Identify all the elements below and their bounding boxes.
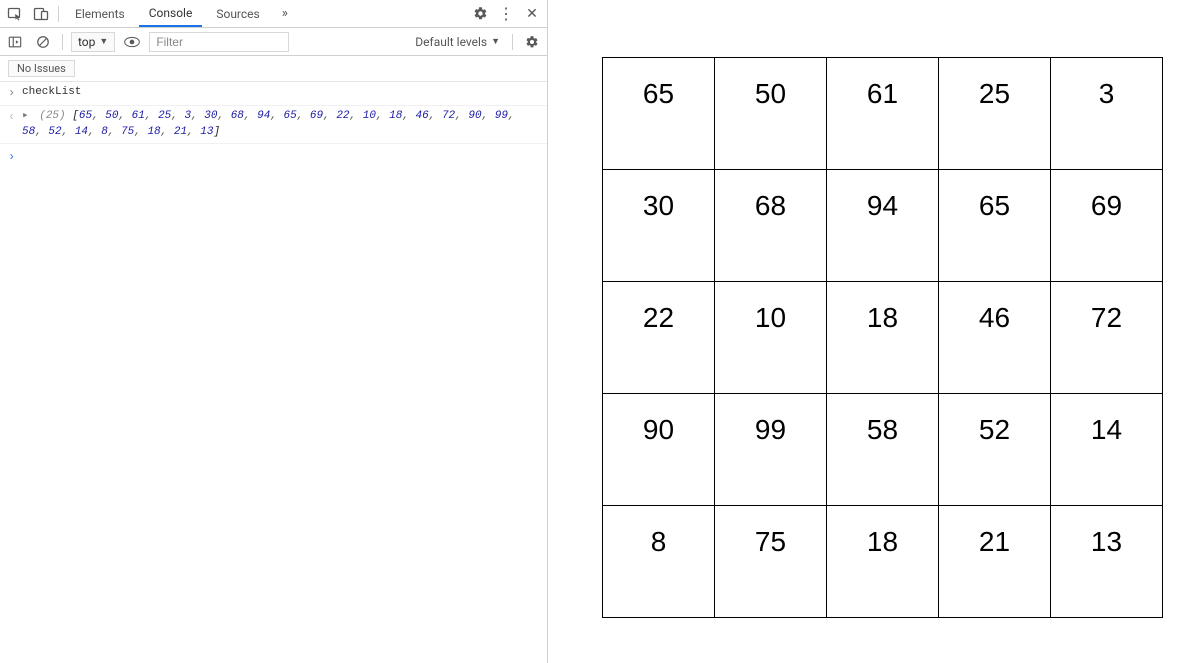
live-expression-icon[interactable] — [121, 31, 143, 53]
output-caret-icon — [8, 108, 22, 127]
inspect-icon[interactable] — [4, 3, 26, 25]
grid-cell: 69 — [1050, 169, 1163, 282]
grid-cell: 21 — [938, 505, 1051, 618]
grid-cell: 65 — [602, 57, 715, 170]
grid-cell: 13 — [1050, 505, 1163, 618]
devtools-panel: Elements Console Sources » ⋮ ✕ — [0, 0, 548, 663]
grid-cell: 30 — [602, 169, 715, 282]
grid-cell: 25 — [938, 57, 1051, 170]
console-filterbar: top ▼ Default levels ▼ — [0, 28, 547, 56]
devtools-tabstrip: Elements Console Sources » ⋮ ✕ — [0, 0, 547, 28]
issues-chip[interactable]: No Issues — [8, 60, 75, 77]
grid-cell: 75 — [714, 505, 827, 618]
grid-cell: 52 — [938, 393, 1051, 506]
grid-cell: 58 — [826, 393, 939, 506]
grid-cell: 94 — [826, 169, 939, 282]
tab-console[interactable]: Console — [139, 0, 203, 27]
more-tabs-icon[interactable]: » — [274, 3, 296, 25]
separator — [62, 34, 63, 50]
grid-cell: 46 — [938, 281, 1051, 394]
grid-cell: 8 — [602, 505, 715, 618]
issues-bar: No Issues — [0, 56, 547, 82]
separator — [58, 6, 59, 22]
separator — [512, 34, 513, 50]
kebab-icon[interactable]: ⋮ — [495, 3, 517, 25]
page-content: 6550612533068946569221018467290995852148… — [548, 0, 1200, 663]
chevron-down-icon: ▼ — [99, 36, 108, 47]
close-icon[interactable]: ✕ — [521, 3, 543, 25]
clear-console-icon[interactable] — [32, 31, 54, 53]
expand-triangle-icon[interactable]: ▸ — [22, 110, 29, 122]
device-toggle-icon[interactable] — [30, 3, 52, 25]
prompt-caret-icon: › — [8, 148, 22, 166]
context-select[interactable]: top ▼ — [71, 32, 115, 52]
levels-select-label: Default levels — [415, 35, 487, 49]
grid-cell: 22 — [602, 281, 715, 394]
levels-select[interactable]: Default levels ▼ — [411, 32, 504, 52]
console-output: checkList ▸ (25) [65, 50, 61, 25, 3, 30,… — [0, 82, 547, 663]
console-call-text: checkList — [22, 84, 539, 101]
grid-cell: 50 — [714, 57, 827, 170]
grid-cell: 72 — [1050, 281, 1163, 394]
grid-cell: 3 — [1050, 57, 1163, 170]
tab-elements[interactable]: Elements — [65, 0, 135, 27]
gear-icon[interactable] — [521, 31, 543, 53]
grid-cell: 14 — [1050, 393, 1163, 506]
console-sidebar-toggle-icon[interactable] — [4, 31, 26, 53]
gear-icon[interactable] — [469, 3, 491, 25]
chevron-down-icon: ▼ — [491, 36, 500, 47]
context-select-label: top — [78, 35, 95, 49]
grid-cell: 10 — [714, 281, 827, 394]
grid-cell: 18 — [826, 505, 939, 618]
grid-cell: 61 — [826, 57, 939, 170]
tab-sources[interactable]: Sources — [206, 0, 269, 27]
grid-cell: 65 — [938, 169, 1051, 282]
grid-cell: 90 — [602, 393, 715, 506]
console-input-echo: checkList — [0, 82, 547, 106]
grid-cell: 18 — [826, 281, 939, 394]
filter-input[interactable] — [149, 32, 289, 52]
console-result-line[interactable]: ▸ (25) [65, 50, 61, 25, 3, 30, 68, 94, 6… — [0, 106, 547, 144]
number-grid: 6550612533068946569221018467290995852148… — [603, 58, 1163, 618]
console-prompt[interactable]: › — [0, 144, 547, 170]
input-caret-icon — [8, 84, 22, 103]
grid-cell: 68 — [714, 169, 827, 282]
console-array-preview: ▸ (25) [65, 50, 61, 25, 3, 30, 68, 94, 6… — [22, 108, 539, 141]
grid-cell: 99 — [714, 393, 827, 506]
